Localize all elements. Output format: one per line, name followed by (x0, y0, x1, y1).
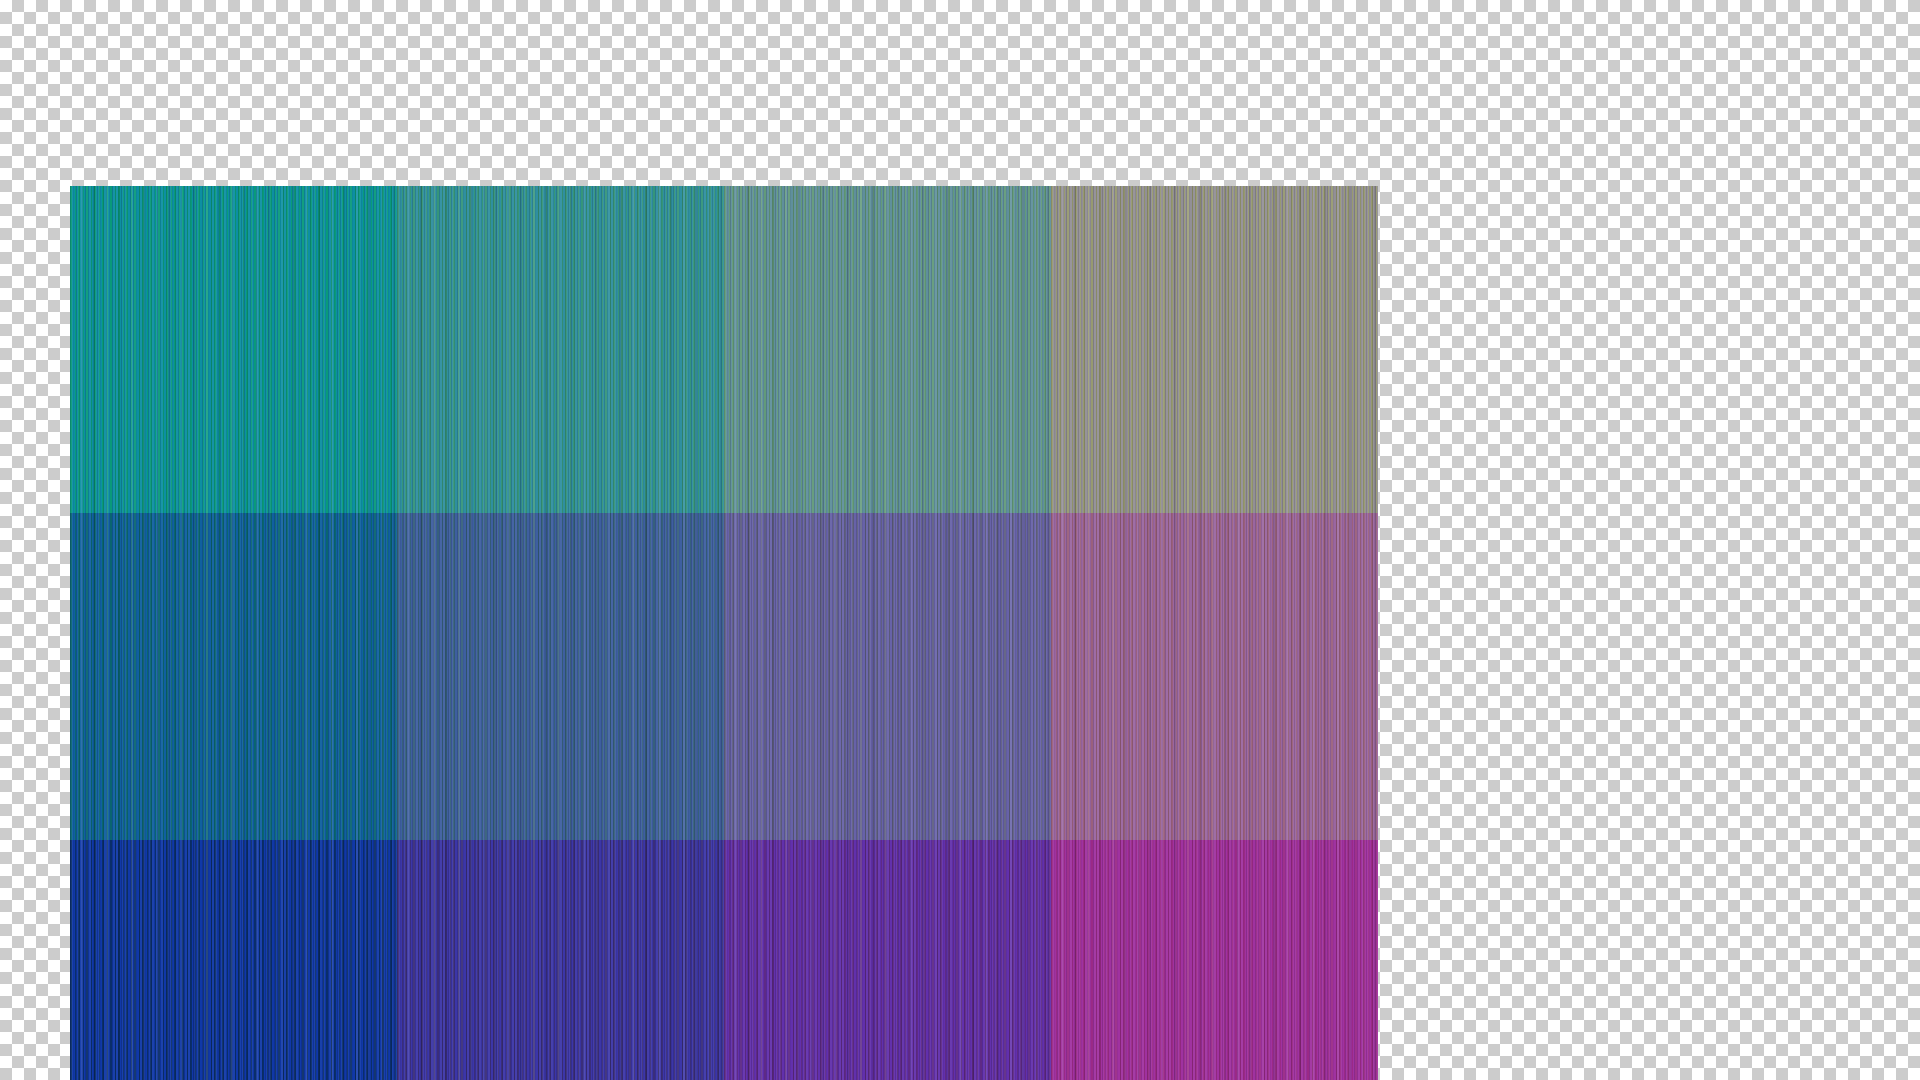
color-swatch-r2-c1 (70, 513, 397, 840)
color-swatch-r1-c4 (1051, 186, 1378, 513)
color-swatch-r1-c1 (70, 186, 397, 513)
color-swatch-r2-c2 (397, 513, 724, 840)
color-swatch-canvas (70, 186, 1378, 1080)
color-swatch-r3-c3 (724, 840, 1051, 1080)
color-swatch-r3-c4 (1051, 840, 1378, 1080)
color-swatch-r3-c1 (70, 840, 397, 1080)
color-swatch-r2-c3 (724, 513, 1051, 840)
color-swatch-r3-c2 (397, 840, 724, 1080)
color-swatch-r1-c3 (724, 186, 1051, 513)
color-swatch-r2-c4 (1051, 513, 1378, 840)
color-swatch-r1-c2 (397, 186, 724, 513)
